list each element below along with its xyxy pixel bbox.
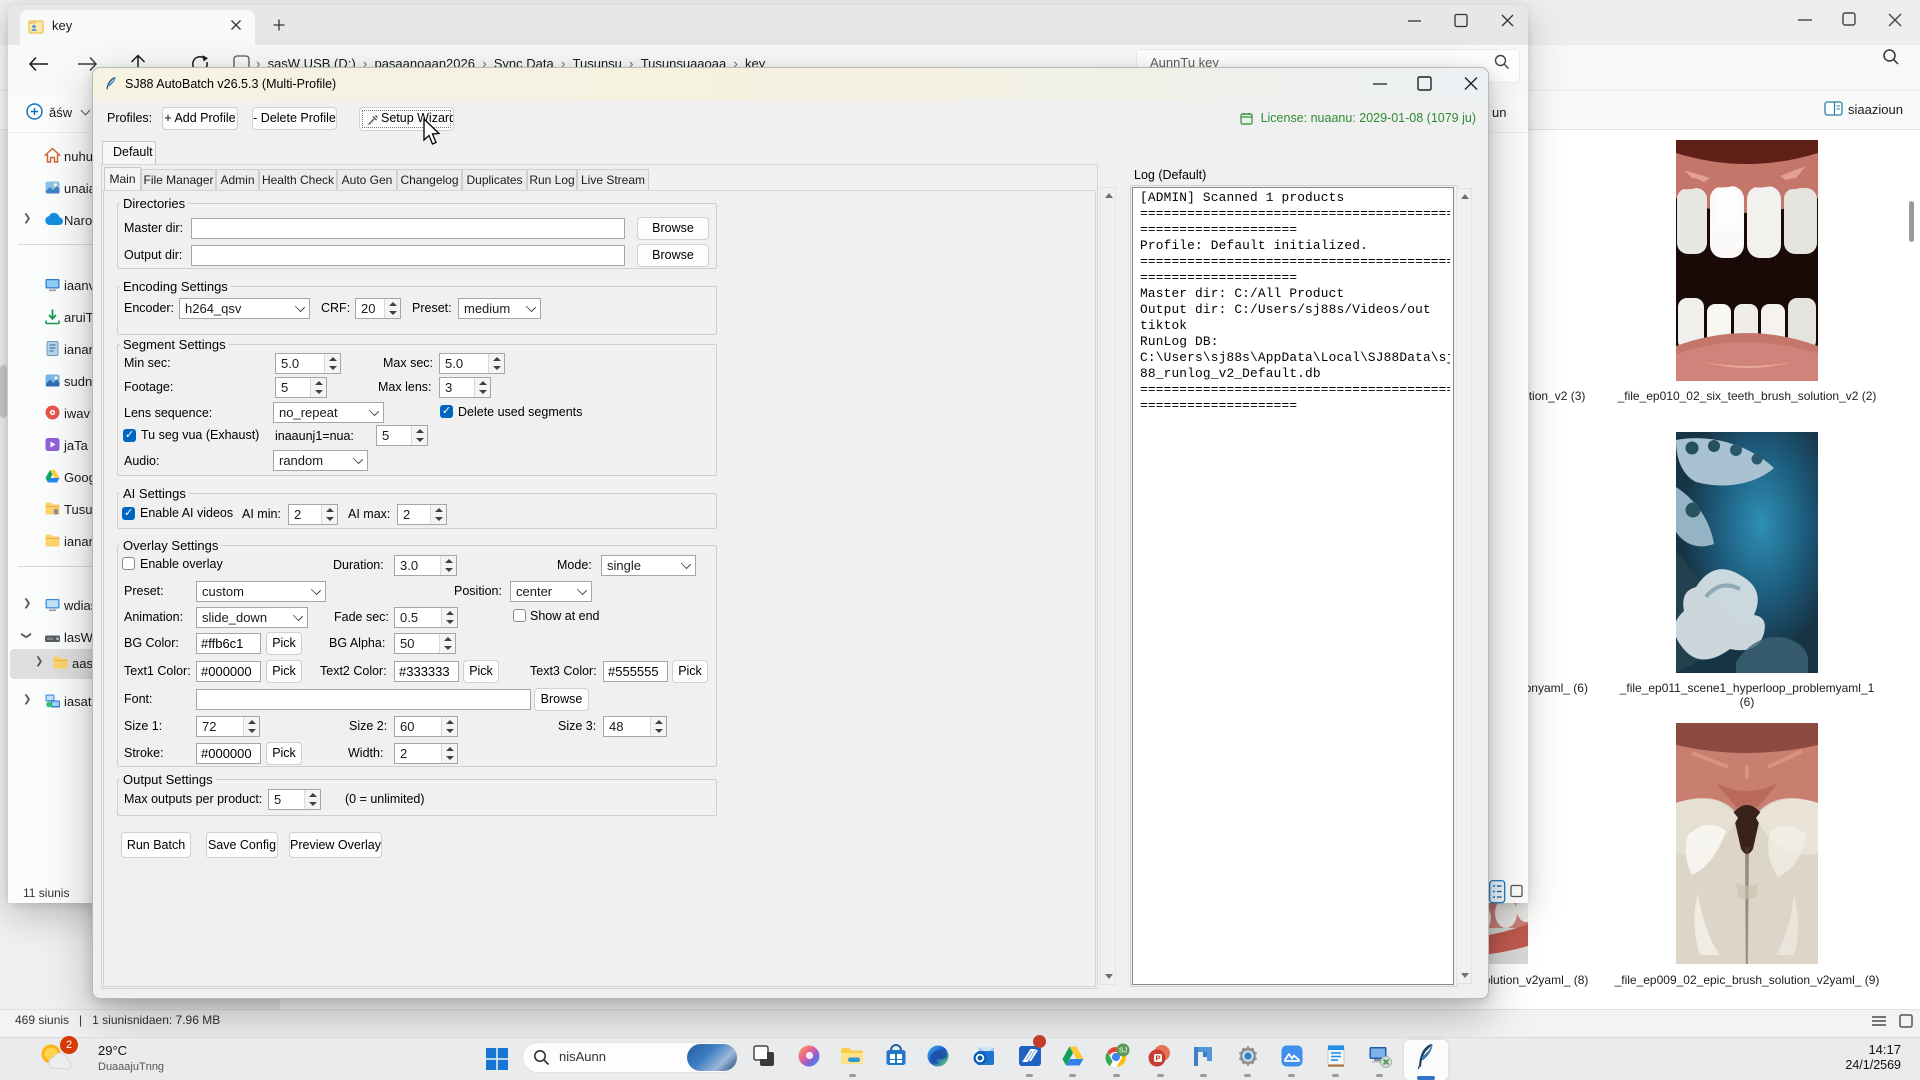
svg-text:P: P [1155,1054,1160,1063]
svg-text:SJ: SJ [1119,1048,1127,1055]
